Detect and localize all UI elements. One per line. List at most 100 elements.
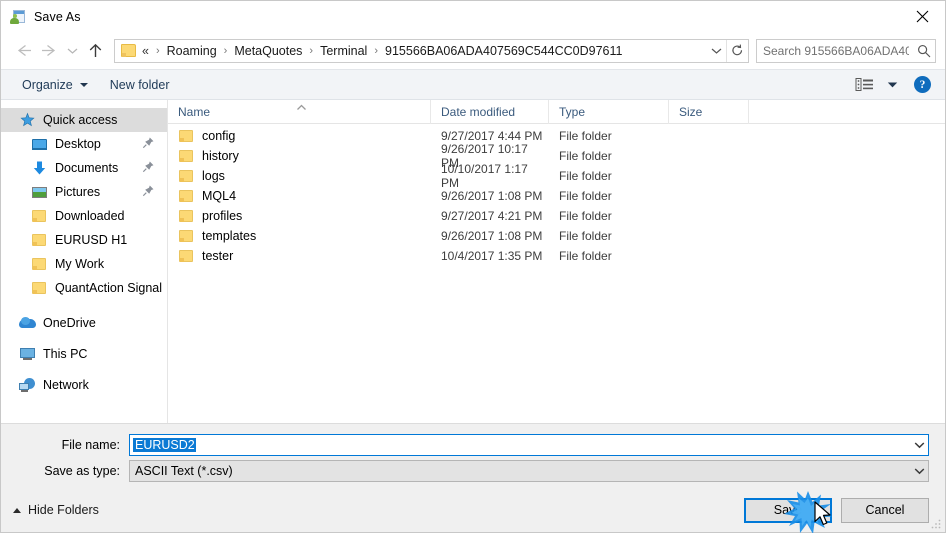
organize-button[interactable]: Organize	[15, 75, 95, 95]
folder-icon	[31, 280, 48, 296]
desktop-icon	[31, 136, 48, 152]
sidebar-item-network[interactable]: Network	[1, 373, 167, 397]
sidebar-item-pictures[interactable]: Pictures	[1, 180, 167, 204]
folder-icon	[178, 189, 194, 203]
forward-glyph	[41, 44, 55, 57]
pin-glyph	[142, 137, 154, 149]
refresh-icon[interactable]	[726, 39, 748, 62]
folder-icon	[178, 249, 194, 263]
column-header-row: Name Date modified Type Size	[168, 99, 945, 124]
sidebar-item-my-work[interactable]: My Work	[1, 252, 167, 276]
recent-locations-chevron-icon[interactable]	[62, 38, 82, 64]
breadcrumb-item-terminal[interactable]: Terminal	[319, 42, 368, 60]
savetype-chevron-glyph	[914, 468, 925, 475]
documents-download-icon	[31, 160, 48, 176]
close-glyph	[916, 10, 928, 22]
this-pc-icon	[19, 346, 36, 362]
file-name-cell: logs	[168, 169, 431, 183]
column-header-date-modified[interactable]: Date modified	[431, 99, 549, 124]
breadcrumb-item-metaquotes[interactable]: MetaQuotes	[233, 42, 303, 60]
folder-icon	[178, 169, 194, 183]
sidebar-item-label: Downloaded	[55, 209, 125, 223]
file-type-cell: File folder	[559, 189, 612, 203]
search-box[interactable]	[756, 38, 936, 63]
file-name-label: logs	[202, 169, 225, 183]
search-icon	[913, 44, 935, 58]
filename-combobox[interactable]: EURUSD2	[129, 434, 929, 456]
window-title: Save As	[34, 9, 81, 24]
savetype-combobox[interactable]: ASCII Text (*.csv)	[129, 460, 929, 482]
filename-input[interactable]: EURUSD2	[130, 438, 911, 452]
dialog-footer: Hide Folders Save Cancel	[1, 488, 945, 532]
save-button[interactable]: Save	[744, 497, 832, 523]
table-row[interactable]: config 9/27/2017 4:44 PM File folder	[168, 126, 945, 146]
table-row[interactable]: templates 9/26/2017 1:08 PM File folder	[168, 226, 945, 246]
cancel-button[interactable]: Cancel	[841, 497, 929, 523]
pin-glyph	[142, 161, 154, 173]
file-rows: config 9/27/2017 4:44 PM File folder his…	[168, 124, 945, 423]
pin-glyph	[142, 185, 154, 197]
onedrive-cloud-icon	[19, 315, 36, 331]
table-row[interactable]: logs 10/10/2017 1:17 PM File folder	[168, 162, 945, 190]
file-date-cell: 9/26/2017 1:08 PM	[441, 229, 543, 243]
file-name-label: templates	[202, 229, 257, 243]
file-type-cell: File folder	[559, 229, 612, 243]
chevron-up-icon	[13, 507, 21, 513]
sidebar-item-this-pc[interactable]: This PC	[1, 342, 167, 366]
sidebar-divider	[1, 300, 167, 311]
breadcrumb-separator: ›	[309, 44, 314, 57]
folder-icon	[31, 256, 48, 272]
sidebar-item-eurusd-h1[interactable]: EURUSD H1	[1, 228, 167, 252]
breadcrumb-bar[interactable]: « › Roaming › MetaQuotes › Terminal › 91…	[114, 38, 749, 63]
chevron-down-icon[interactable]	[706, 40, 726, 62]
view-dropdown-caret[interactable]	[887, 78, 898, 92]
sidebar-item-desktop[interactable]: Desktop	[1, 132, 167, 156]
chevron-down-icon[interactable]	[911, 461, 928, 481]
chevron-down-icon[interactable]	[911, 435, 928, 455]
pin-icon[interactable]	[142, 160, 156, 174]
sidebar-item-label: Network	[43, 378, 89, 392]
resize-grip-icon[interactable]	[930, 518, 942, 530]
sidebar-item-downloaded[interactable]: Downloaded	[1, 204, 167, 228]
download-arrow-glyph	[33, 161, 46, 175]
sidebar-item-onedrive[interactable]: OneDrive	[1, 311, 167, 335]
pin-icon[interactable]	[142, 184, 156, 198]
star-icon	[19, 112, 36, 128]
sidebar-item-label: Documents	[55, 161, 119, 175]
file-name-label: profiles	[202, 209, 243, 223]
crumb-chevron-glyph	[711, 48, 721, 54]
file-name-label: history	[202, 149, 239, 163]
table-row[interactable]: tester 10/4/2017 1:35 PM File folder	[168, 246, 945, 266]
file-name-label: MQL4	[202, 189, 237, 203]
new-folder-button[interactable]: New folder	[103, 75, 177, 95]
close-icon[interactable]	[899, 1, 945, 31]
view-layout-glyph	[855, 77, 873, 91]
file-date-cell: 9/26/2017 1:08 PM	[441, 189, 543, 203]
sidebar-item-quick-access[interactable]: Quick access	[1, 108, 167, 132]
file-type-cell: File folder	[559, 149, 612, 163]
hide-folders-button[interactable]: Hide Folders	[13, 503, 99, 517]
sidebar-item-documents[interactable]: Documents	[1, 156, 167, 180]
sidebar-item-quantaction-signal[interactable]: QuantAction Signal	[1, 276, 167, 300]
toolbar-right-group: ?	[855, 76, 945, 93]
table-row[interactable]: profiles 9/27/2017 4:21 PM File folder	[168, 206, 945, 226]
pin-icon[interactable]	[142, 136, 156, 150]
sidebar-item-label: My Work	[55, 257, 105, 271]
up-arrow-icon[interactable]	[82, 38, 108, 64]
view-layout-icon[interactable]	[855, 77, 875, 93]
breadcrumb-overflow[interactable]: «	[142, 44, 150, 58]
column-header-type[interactable]: Type	[549, 99, 669, 124]
table-row[interactable]: history 9/26/2017 10:17 PM File folder	[168, 142, 945, 170]
column-header-size[interactable]: Size	[669, 99, 749, 124]
back-arrow-icon[interactable]	[10, 38, 36, 64]
forward-arrow-icon[interactable]	[36, 38, 62, 64]
search-input[interactable]	[757, 43, 913, 58]
folder-icon	[31, 208, 48, 224]
table-row[interactable]: MQL4 9/26/2017 1:08 PM File folder	[168, 186, 945, 206]
breadcrumb-item-roaming[interactable]: Roaming	[166, 42, 218, 60]
navigation-sidebar: Quick access Desktop Documents Pictures …	[1, 100, 168, 423]
breadcrumb-item-instance[interactable]: 915566BA06ADA407569C544CC0D97611	[384, 42, 623, 60]
help-icon[interactable]: ?	[914, 76, 931, 93]
save-as-window-icon	[10, 9, 26, 25]
sort-glyph	[297, 104, 306, 110]
